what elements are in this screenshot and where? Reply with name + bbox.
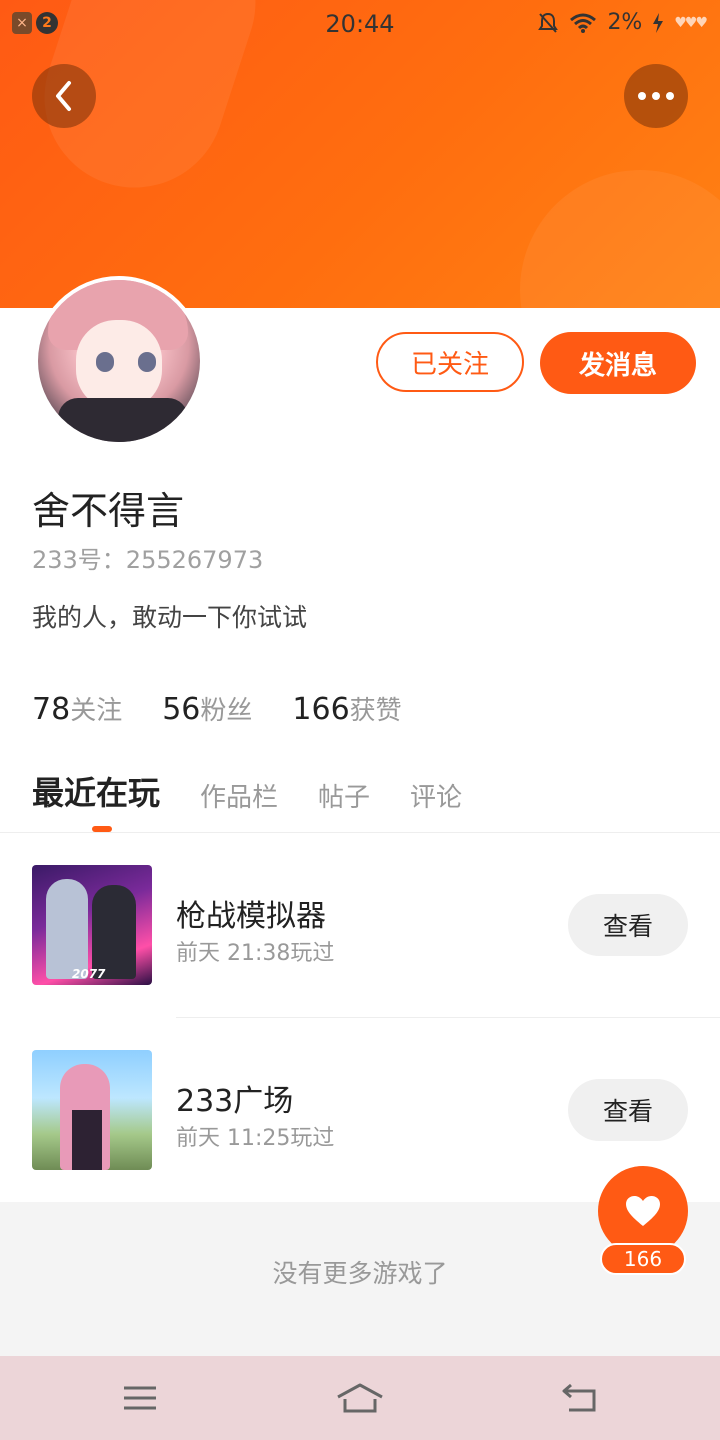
tab-comments[interactable]: 评论 <box>410 777 462 814</box>
tab-recently-played[interactable]: 最近在玩 <box>32 768 160 814</box>
list-divider <box>176 1017 720 1018</box>
tab-divider <box>0 832 720 833</box>
game-thumbnail-tag: 2077 <box>72 967 106 981</box>
heart-icon <box>626 1196 660 1226</box>
nav-home-button[interactable] <box>320 1372 400 1424</box>
profile-bio: 我的人，敢动一下你试试 <box>32 603 308 632</box>
return-icon <box>562 1383 596 1412</box>
view-game-button[interactable]: 查看 <box>568 1079 688 1141</box>
more-dots-icon <box>638 92 674 100</box>
chevron-left-icon <box>56 81 71 111</box>
tab-works[interactable]: 作品栏 <box>200 777 278 814</box>
stat-fans-count: 56 <box>162 692 201 727</box>
avatar-image <box>38 280 200 442</box>
stat-likes-label: 获赞 <box>349 696 402 726</box>
profile-stats: 78关注 56粉丝 166获赞 <box>32 690 402 727</box>
stat-fans[interactable]: 56粉丝 <box>162 690 252 727</box>
game-thumbnail[interactable] <box>32 1050 152 1170</box>
system-nav-bar <box>0 1356 720 1440</box>
home-icon <box>337 1383 383 1413</box>
avatar[interactable] <box>34 276 204 446</box>
back-button[interactable] <box>32 64 96 128</box>
hearts-decoration-icon: ♥♥♥ <box>674 14 708 31</box>
stat-likes-count: 166 <box>292 692 350 727</box>
status-right-icons: 2% ♥♥♥ <box>537 10 708 35</box>
profile-username: 舍不得言 <box>32 489 185 533</box>
profile-tabs: 最近在玩 作品栏 帖子 评论 <box>32 768 462 814</box>
game-list-item[interactable]: 2077 枪战模拟器 前天 21:38玩过 查看 <box>0 865 720 985</box>
menu-icon <box>124 1386 156 1410</box>
tab-posts[interactable]: 帖子 <box>318 777 370 814</box>
game-played-time: 前天 21:38玩过 <box>176 941 335 966</box>
view-game-button[interactable]: 查看 <box>568 894 688 956</box>
stat-following-count: 78 <box>32 692 71 727</box>
battery-percent: 2% <box>607 10 643 35</box>
wifi-icon <box>570 13 597 33</box>
send-message-button[interactable]: 发消息 <box>540 332 696 394</box>
stat-likes[interactable]: 166获赞 <box>292 690 401 727</box>
nav-menu-button[interactable] <box>100 1372 180 1424</box>
stat-following[interactable]: 78关注 <box>32 690 122 727</box>
game-name: 233广场 <box>176 1084 294 1119</box>
profile-uid: 233号：255267973 <box>32 546 264 574</box>
stat-following-label: 关注 <box>70 696 123 726</box>
more-options-button[interactable] <box>624 64 688 128</box>
followed-button[interactable]: 已关注 <box>376 332 524 392</box>
status-bar: × 2 20:44 2% ♥♥♥ <box>0 0 720 52</box>
mute-bell-icon <box>538 12 559 33</box>
game-played-time: 前天 11:25玩过 <box>176 1126 335 1151</box>
charging-icon <box>653 12 664 33</box>
game-thumbnail[interactable]: 2077 <box>32 865 152 985</box>
stat-fans-label: 粉丝 <box>200 696 253 726</box>
like-count-badge: 166 <box>600 1243 686 1275</box>
game-name: 枪战模拟器 <box>176 899 326 934</box>
game-list-item[interactable]: 233广场 前天 11:25玩过 查看 <box>0 1050 720 1170</box>
banner-decoration <box>520 170 720 308</box>
nav-back-button[interactable] <box>540 1372 620 1424</box>
